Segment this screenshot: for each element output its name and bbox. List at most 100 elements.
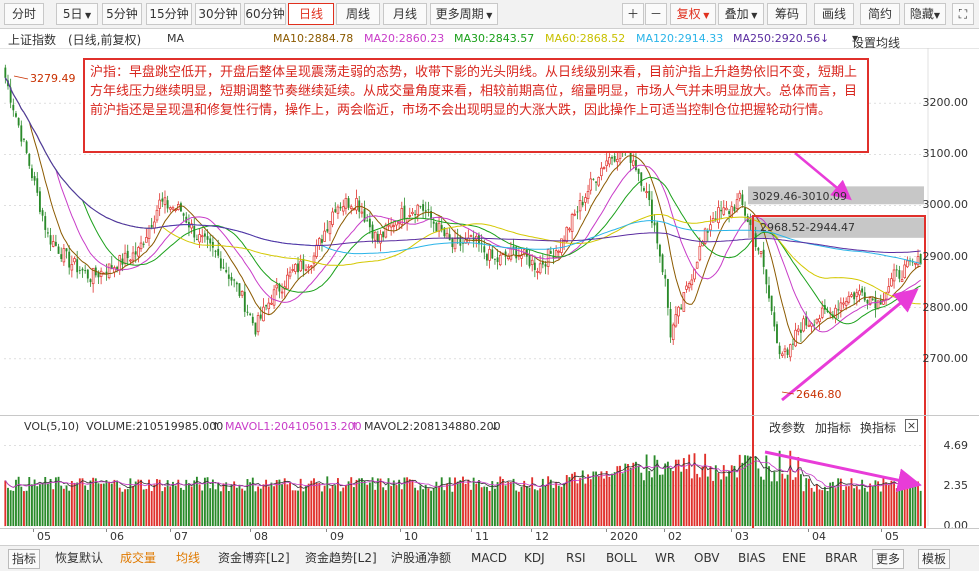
candle-body-down <box>635 160 637 171</box>
candle-body-up <box>906 260 909 268</box>
indicator-tab-volume[interactable]: 成交量 <box>117 549 159 569</box>
indicator-tab-template[interactable]: 模板 <box>918 549 951 569</box>
close-icon[interactable]: × <box>905 419 918 432</box>
candle-body-up <box>392 225 396 227</box>
indicator-tab-rsi[interactable]: RSI <box>563 549 589 569</box>
candle-body-up <box>855 292 859 297</box>
candle-body-down <box>640 172 643 186</box>
candle-body-down <box>358 200 361 212</box>
time-tick-label: 10 <box>404 530 418 543</box>
price-tick-label: 3200.00 <box>922 96 969 110</box>
indicator-tab-fund-trend[interactable]: 资金趋势[L2] <box>302 549 380 569</box>
candle-body-up <box>488 248 491 261</box>
indicator-tab-indicator[interactable]: 指标 <box>8 549 41 569</box>
candle-body-down <box>217 248 220 256</box>
candle-body-down <box>214 250 217 252</box>
candle-body-up <box>288 271 292 277</box>
candle-body-down <box>478 234 480 245</box>
candle-body-up <box>565 226 569 242</box>
candle-body-down <box>25 141 28 153</box>
candle-body-up <box>600 167 603 177</box>
candle-body-up <box>682 291 686 312</box>
candle-body-down <box>768 285 770 299</box>
resistance-zone-2-value: 2968.52-2944.47 <box>760 221 855 234</box>
candle-body-down <box>225 269 228 273</box>
candle-body-down <box>84 270 87 272</box>
candle-body-down <box>486 254 488 261</box>
add-indicator-button[interactable]: 加指标 <box>815 419 851 436</box>
candle-body-up <box>671 324 675 341</box>
candle-body-up <box>373 231 377 241</box>
candle-body-down <box>28 153 31 166</box>
candle-body-down <box>576 211 579 213</box>
candle-body-down <box>786 349 789 355</box>
candle-body-down <box>866 300 869 304</box>
indicator-tab-wr[interactable]: WR <box>652 549 678 569</box>
candle-body-down <box>776 324 778 344</box>
candle-body-down <box>238 283 241 296</box>
candle-body-down <box>57 246 60 254</box>
resistance-zone-1-value: 3029.46-3010.09 <box>752 190 847 203</box>
candle-body-down <box>334 209 337 213</box>
time-tick-mark <box>106 529 107 532</box>
candle-body-up <box>304 269 308 271</box>
candle-body-up <box>892 269 896 282</box>
time-tick-mark <box>664 529 665 532</box>
indicator-tab-reset[interactable]: 恢复默认 <box>52 549 106 569</box>
candle-body-up <box>759 251 763 254</box>
change-params-button[interactable]: 改参数 <box>769 419 805 436</box>
candle-body-down <box>813 324 816 326</box>
candle-body-up <box>129 259 132 262</box>
candle-body-up <box>815 319 819 324</box>
indicator-tab-boll[interactable]: BOLL <box>603 549 640 569</box>
candle-body-down <box>86 269 89 279</box>
candle-body-up <box>783 348 787 352</box>
time-tick-label: 09 <box>330 530 344 543</box>
candle-body-up <box>709 224 712 231</box>
time-tick-label: 12 <box>535 530 549 543</box>
candle-body-down <box>773 312 776 327</box>
time-tick-mark <box>808 529 809 532</box>
price-tick-label: 2700.00 <box>922 351 969 365</box>
candle-body-down <box>754 233 757 247</box>
time-tick-mark <box>881 529 882 532</box>
candle-body-down <box>44 216 47 230</box>
candle-body-up <box>578 200 582 212</box>
indicator-tab-ma[interactable]: 均线 <box>173 549 203 569</box>
candle-body-up <box>695 261 699 269</box>
candle-body-up <box>139 242 143 250</box>
candle-body-down <box>302 258 305 270</box>
candle-body-down <box>749 219 752 226</box>
candle-body-down <box>166 200 169 209</box>
indicator-tab-bias[interactable]: BIAS <box>735 549 769 569</box>
indicator-tab-brar[interactable]: BRAR <box>822 549 861 569</box>
candle-body-down <box>347 198 350 208</box>
indicator-tab-more[interactable]: 更多 <box>872 549 905 569</box>
indicator-tab-obv[interactable]: OBV <box>691 549 723 569</box>
switch-indicator-button[interactable]: 换指标 <box>860 419 896 436</box>
candle-body-down <box>126 250 129 259</box>
candle-body-down <box>770 295 773 312</box>
time-tick-label: 05 <box>885 530 899 543</box>
candle-body-down <box>206 236 209 240</box>
indicator-tab-kdj[interactable]: KDJ <box>521 549 548 569</box>
candle-body-down <box>134 251 137 255</box>
candle-body-down <box>33 176 36 181</box>
candle-body-down <box>414 213 417 216</box>
candle-body-up <box>318 238 321 246</box>
candle-body-down <box>493 258 496 260</box>
candle-body-up <box>171 207 175 210</box>
indicator-tab-ene[interactable]: ENE <box>779 549 809 569</box>
candle-body-down <box>432 221 435 224</box>
candle-body-down <box>680 307 683 310</box>
indicator-tab-northbound[interactable]: 沪股通净额 <box>388 549 454 569</box>
candle-body-up <box>645 191 648 194</box>
candle-body-up <box>632 160 635 166</box>
candle-body-up <box>131 252 135 261</box>
candle-body-up <box>147 227 151 239</box>
candle-body-down <box>297 263 299 273</box>
candle-body-up <box>73 258 76 263</box>
indicator-tab-fund-game[interactable]: 资金博弈[L2] <box>215 549 293 569</box>
indicator-tab-macd[interactable]: MACD <box>468 549 510 569</box>
price-tick-label: 2900.00 <box>922 249 969 263</box>
